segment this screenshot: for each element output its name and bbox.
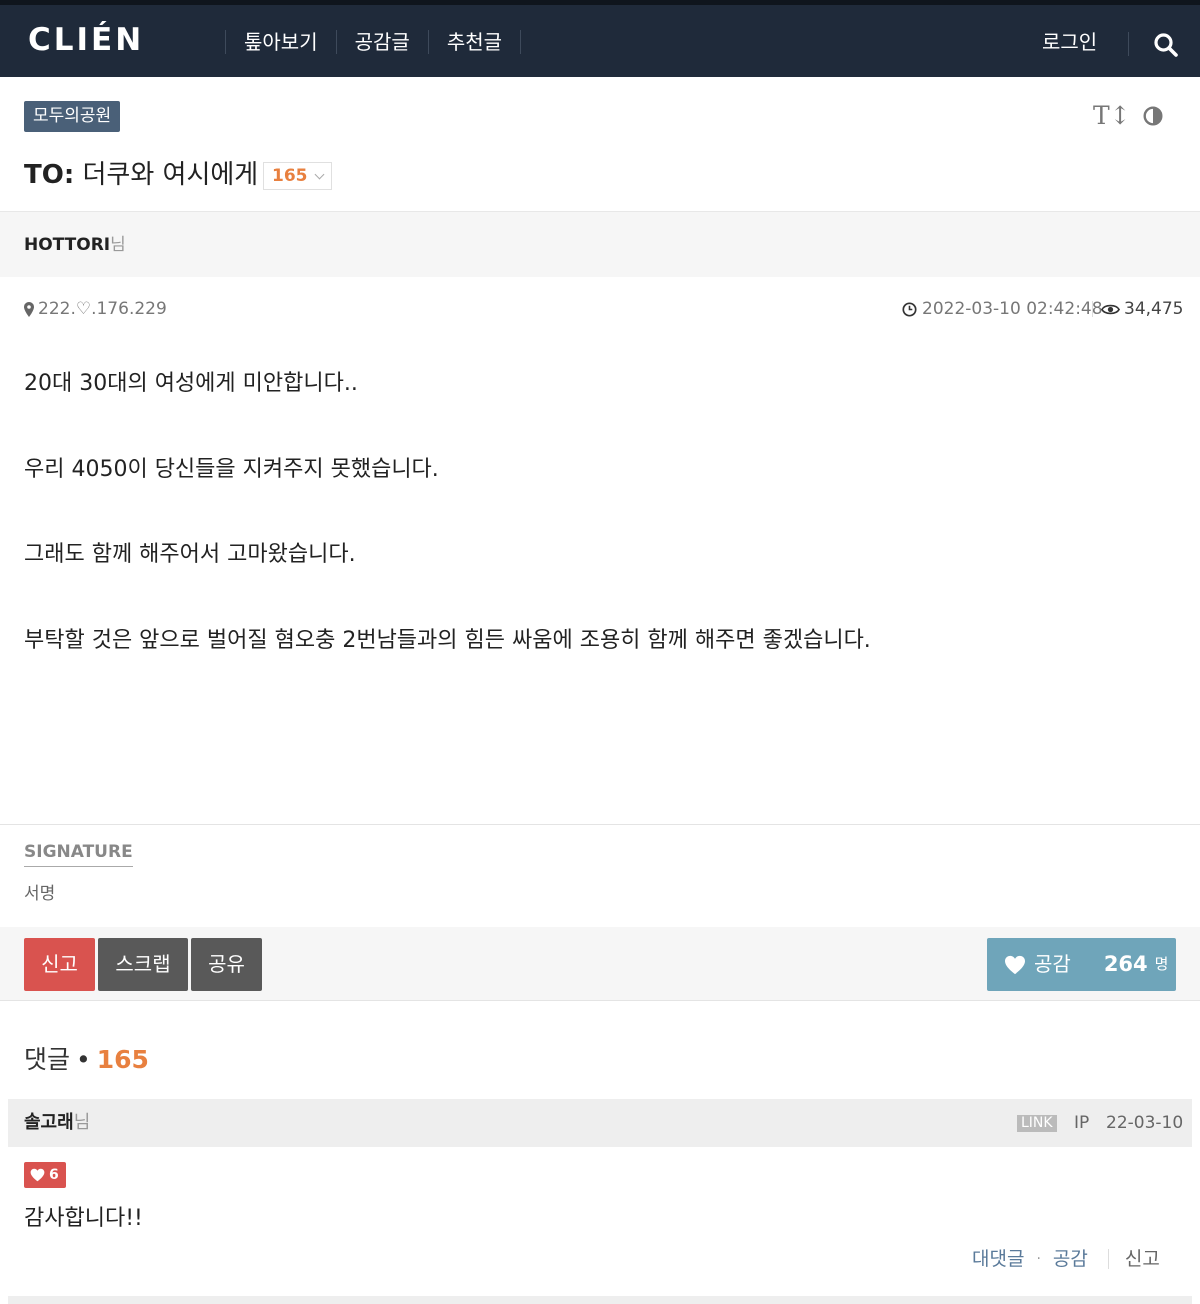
comments-heading-label: 댓글	[24, 1045, 71, 1074]
post-body-line: 20대 30대의 여성에게 미안합니다..	[24, 371, 358, 396]
comment-count-value: 165	[272, 166, 308, 186]
comment-author-name: 솔고래	[24, 1112, 74, 1133]
comment-like-count: 6	[49, 1167, 59, 1183]
post-body-line: 그래도 함께 해주어서 고마왔습니다.	[24, 542, 356, 567]
signature-label: SIGNATURE	[24, 841, 133, 867]
meta-divider	[1092, 301, 1093, 317]
comment-like-badge[interactable]: 6	[24, 1162, 66, 1188]
comment-count-dropdown[interactable]: 165	[263, 162, 332, 190]
nav-item-explore[interactable]: 톺아보기	[226, 27, 336, 57]
header-divider	[1128, 32, 1129, 56]
post-body-line: 우리 4050이 당신들을 지켜주지 못했습니다.	[24, 457, 439, 482]
like-unit: 명	[1154, 955, 1169, 973]
comment-action-separator: ·	[1036, 1251, 1041, 1267]
comments-heading-dot: •	[76, 1045, 91, 1074]
comment-header: 솔고래님 LINK IP 22-03-10	[8, 1099, 1192, 1147]
comment-date: 22-03-10	[1106, 1113, 1184, 1133]
comment-link-badge[interactable]: LINK	[1017, 1115, 1057, 1132]
like-label: 공감	[1034, 952, 1071, 976]
post-action-bar: 신고 스크랩 공유 공감 264 명	[0, 927, 1200, 1001]
report-button[interactable]: 신고	[24, 938, 95, 991]
font-size-icon[interactable]: T↕	[1093, 103, 1131, 129]
comment-author-suffix: 님	[73, 1112, 91, 1133]
location-pin-icon	[24, 301, 34, 317]
comment-report-link[interactable]: 신고	[1125, 1246, 1160, 1272]
post-title-text: 더쿠와 여시에게	[74, 160, 259, 190]
heart-icon	[30, 1168, 45, 1182]
comment-ip-label[interactable]: IP	[1074, 1112, 1089, 1134]
signature-text: 서명	[24, 884, 56, 904]
comment-like-link[interactable]: 공감	[1053, 1246, 1088, 1272]
clock-icon	[902, 301, 917, 317]
like-count: 264	[1103, 952, 1148, 976]
login-link[interactable]: 로그인	[1042, 27, 1097, 57]
board-badge[interactable]: 모두의공원	[24, 101, 121, 132]
top-navigation-bar: CLIÉN 톺아보기 공감글 추천글 로그인	[0, 0, 1200, 77]
comments-heading-count: 165	[96, 1045, 149, 1074]
scrap-button[interactable]: 스크랩	[98, 938, 188, 991]
nav-divider	[520, 30, 522, 54]
post-views-value: 34,475	[1124, 299, 1184, 319]
post-author-suffix: 님	[110, 235, 126, 255]
chevron-down-icon	[314, 169, 324, 179]
search-icon[interactable]	[1153, 32, 1179, 58]
like-button[interactable]: 공감 264 명	[987, 938, 1176, 991]
comments-heading: 댓글 • 165	[24, 1044, 149, 1076]
site-logo[interactable]: CLIÉN	[28, 25, 144, 56]
post-title-prefix: TO:	[24, 160, 75, 190]
comment-action-divider	[1107, 1249, 1109, 1269]
post-datetime: 2022-03-10 02:42:48	[902, 298, 1103, 320]
main-nav: 톺아보기 공감글 추천글	[225, 27, 522, 57]
next-comment-header	[8, 1296, 1192, 1304]
nav-item-empathy[interactable]: 공감글	[337, 27, 428, 57]
signature-divider	[0, 824, 1200, 825]
post-body-line: 부탁할 것은 앞으로 벌어질 혐오충 2번남들과의 힘든 싸움에 조용히 함께 …	[24, 628, 871, 653]
contrast-icon[interactable]	[1143, 106, 1163, 126]
heart-icon	[1005, 955, 1025, 974]
share-button[interactable]: 공유	[191, 938, 262, 991]
author-row: HOTTORI님	[0, 211, 1200, 277]
post-author-name: HOTTORI	[24, 235, 111, 255]
comment-text: 감사합니다!!	[24, 1206, 143, 1231]
post-datetime-value: 2022-03-10 02:42:48	[922, 299, 1103, 319]
post-author[interactable]: HOTTORI님	[24, 234, 126, 256]
post-ip: 222.♡.176.229	[24, 298, 167, 320]
eye-icon	[1101, 304, 1120, 314]
post-views: 34,475	[1101, 298, 1183, 320]
nav-item-recommended[interactable]: 추천글	[429, 27, 520, 57]
comment-actions: 대댓글 · 공감 신고	[972, 1246, 1160, 1272]
post-ip-value: 222.♡.176.229	[38, 299, 167, 319]
comment-author[interactable]: 솔고래님	[24, 1112, 90, 1134]
post-title: TO: 더쿠와 여시에게	[24, 158, 258, 192]
comment-reply-link[interactable]: 대댓글	[972, 1246, 1024, 1272]
